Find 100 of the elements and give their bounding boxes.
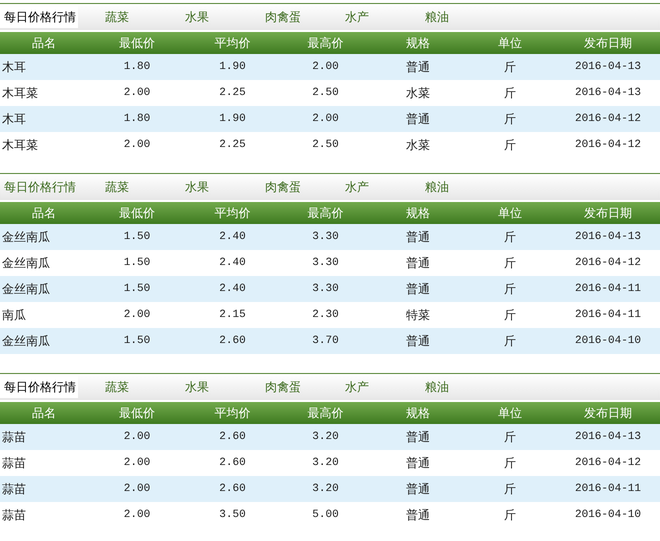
- column-header: 平均价: [214, 405, 252, 422]
- table-cell-text: 斤: [503, 59, 517, 76]
- table-cell-text: 2016-04-10: [574, 508, 642, 523]
- table-cell-text: 2.00: [122, 86, 152, 101]
- column-header: 最高价: [306, 405, 344, 422]
- table-cell-text: 蒜苗: [1, 455, 27, 472]
- table-cell-text: 斤: [503, 429, 517, 446]
- table-cell-text: 普通: [405, 255, 431, 272]
- column-header: 单位: [497, 35, 523, 52]
- column-header: 规格: [405, 205, 431, 222]
- category-tab[interactable]: 蔬菜: [78, 176, 158, 198]
- table-cell-text: 2.00: [311, 60, 340, 75]
- table-cell-text: 2.60: [218, 456, 247, 471]
- category-tab[interactable]: 每日价格行情: [0, 6, 78, 28]
- table-cell-text: 水菜: [405, 85, 431, 102]
- table-cell-text: 斤: [503, 111, 517, 128]
- table-cell-text: 2.00: [122, 138, 152, 153]
- category-tab[interactable]: 粮油: [398, 376, 478, 398]
- table-cell-text: 金丝南瓜: [1, 281, 51, 298]
- category-tab[interactable]: 水产: [318, 176, 398, 198]
- table-cell-text: 1.90: [218, 60, 247, 75]
- table-cell-text: 3.30: [311, 282, 340, 297]
- table-cell-text: 1.50: [122, 256, 152, 271]
- table-cell-text: 3.20: [311, 456, 340, 471]
- category-tab[interactable]: 蔬菜: [78, 376, 158, 398]
- column-header: 平均价: [214, 35, 252, 52]
- table-cell-text: 蒜苗: [1, 429, 27, 446]
- table-cell-text: 3.30: [311, 230, 340, 245]
- table-cell-text: 2.50: [311, 138, 340, 153]
- category-tab[interactable]: 肉禽蛋: [238, 176, 318, 198]
- table-cell-text: 蒜苗: [1, 507, 27, 524]
- table-cell-text: 2016-04-11: [574, 282, 642, 297]
- table-cell-text: 斤: [503, 255, 517, 272]
- category-tab[interactable]: 肉禽蛋: [238, 6, 318, 28]
- table-cell-text: 2.00: [122, 308, 152, 323]
- column-header: 品名: [31, 35, 57, 52]
- category-tab[interactable]: 水果: [158, 176, 238, 198]
- category-tab[interactable]: 水果: [158, 6, 238, 28]
- category-tab[interactable]: 水产: [318, 376, 398, 398]
- table-cell-text: 2.50: [311, 86, 340, 101]
- table-cell-text: 1.90: [218, 112, 247, 127]
- column-header: 品名: [31, 205, 57, 222]
- table-cell-text: 普通: [405, 59, 431, 76]
- table-cell-text: 斤: [503, 137, 517, 154]
- table-cell-text: 2.60: [218, 482, 247, 497]
- column-header: 发布日期: [583, 205, 633, 222]
- table-cell-text: 2016-04-12: [574, 456, 642, 471]
- column-header: 规格: [405, 405, 431, 422]
- table-cell-text: 3.70: [311, 334, 340, 349]
- table-cell-text: 1.50: [122, 282, 152, 297]
- table-cell-text: 木耳: [1, 59, 27, 76]
- table-cell-text: 2016-04-13: [574, 86, 642, 101]
- table-cell-text: 2.00: [122, 508, 152, 523]
- table-cell-text: 南瓜: [1, 307, 27, 324]
- table-cell-text: 普通: [405, 111, 431, 128]
- table-cell-text: 2016-04-11: [574, 482, 642, 497]
- table-cell-text: 2.00: [311, 112, 340, 127]
- column-header: 平均价: [214, 205, 252, 222]
- category-tab[interactable]: 肉禽蛋: [238, 376, 318, 398]
- category-tab[interactable]: 蔬菜: [78, 6, 158, 28]
- column-header: 规格: [405, 35, 431, 52]
- table-cell-text: 2016-04-13: [574, 430, 642, 445]
- column-header: 发布日期: [583, 35, 633, 52]
- category-tab[interactable]: 每日价格行情: [0, 376, 78, 398]
- table-cell-text: 2016-04-10: [574, 334, 642, 349]
- table-cell-text: 普通: [405, 333, 431, 350]
- table-cell-text: 2.00: [122, 482, 152, 497]
- table-cell-text: 斤: [503, 455, 517, 472]
- column-header: 单位: [497, 405, 523, 422]
- category-tab[interactable]: 每日价格行情: [0, 176, 78, 198]
- column-header: 最高价: [306, 205, 344, 222]
- table-cell-text: 水菜: [405, 137, 431, 154]
- table-cell-text: 金丝南瓜: [1, 255, 51, 272]
- table-cell-text: 普通: [405, 229, 431, 246]
- table-cell-text: 3.20: [311, 430, 340, 445]
- table-cell-text: 2.40: [218, 282, 247, 297]
- table-cell-text: 1.50: [122, 230, 152, 245]
- table-cell-text: 普通: [405, 281, 431, 298]
- table-cell-text: 2.00: [122, 456, 152, 471]
- category-tab[interactable]: 水产: [318, 6, 398, 28]
- column-header: 最高价: [306, 35, 344, 52]
- table-cell-text: 木耳菜: [1, 85, 39, 102]
- category-tab[interactable]: 水果: [158, 376, 238, 398]
- table-cell-text: 2.60: [218, 334, 247, 349]
- category-tab[interactable]: 粮油: [398, 176, 478, 198]
- table-cell-text: 普通: [405, 507, 431, 524]
- table-cell-text: 2.40: [218, 230, 247, 245]
- column-header: 最低价: [118, 205, 156, 222]
- table-cell-text: 木耳: [1, 111, 27, 128]
- category-tab[interactable]: 粮油: [398, 6, 478, 28]
- table-cell-text: 斤: [503, 85, 517, 102]
- table-cell-text: 斤: [503, 229, 517, 246]
- table-cell-text: 斤: [503, 507, 517, 524]
- table-cell-text: 2.25: [218, 138, 247, 153]
- column-header: 发布日期: [583, 405, 633, 422]
- table-cell-text: 木耳菜: [1, 137, 39, 154]
- table-cell-text: 普通: [405, 455, 431, 472]
- table-cell-text: 2016-04-11: [574, 308, 642, 323]
- column-header: 品名: [31, 405, 57, 422]
- table-cell-text: 2016-04-12: [574, 138, 642, 153]
